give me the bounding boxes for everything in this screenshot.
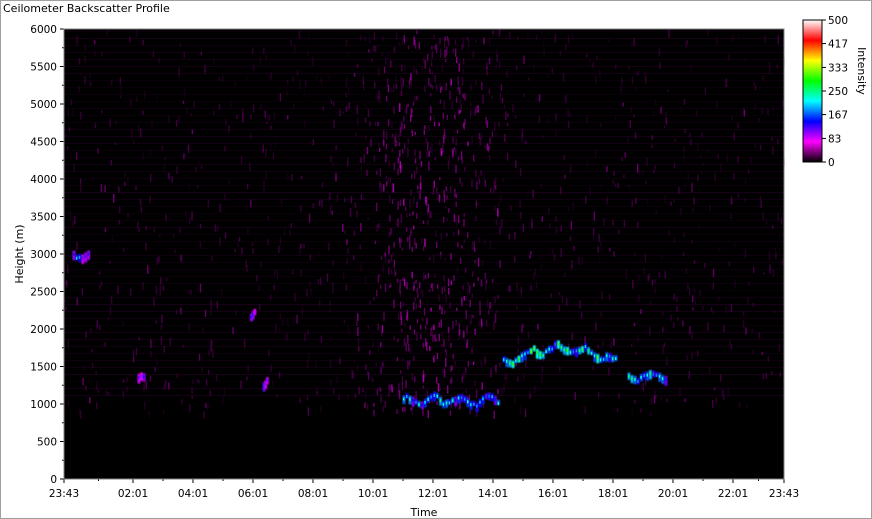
x-tick-label: 12:01	[418, 488, 448, 500]
colorbar-tick-label: 333	[828, 62, 848, 74]
x-tick-label: 23:43	[49, 488, 79, 500]
colorbar-tick-label: 167	[828, 110, 848, 122]
x-tick-label: 14:01	[478, 488, 508, 500]
x-axis-title: Time	[410, 506, 438, 519]
x-tick-label: 18:01	[598, 488, 628, 500]
colorbar-ramp	[802, 19, 823, 163]
plot-area	[64, 29, 784, 479]
colorbar-title: Intensity	[855, 47, 868, 95]
colorbar-tick-label: 250	[828, 86, 848, 98]
x-tick-label: 08:01	[298, 488, 328, 500]
y-tick-label: 500	[37, 437, 57, 449]
x-tick-label: 04:01	[178, 488, 208, 500]
backscatter-chart: 23:43 02:01 04:01 06:01 08:01 10:01 12:01 14:01…	[13, 15, 868, 519]
y-tick-label: 5000	[30, 99, 57, 111]
intensity-colorbar[interactable]: 0 83 167 250 333 417 500	[802, 15, 848, 169]
colorbar-tick-label: 500	[828, 15, 848, 27]
y-tick-label: 3000	[30, 249, 57, 261]
x-tick-label: 02:01	[118, 488, 148, 500]
x-axis: 23:43 02:01 04:01 06:01 08:01 10:01 12:01 14:01…	[49, 479, 799, 500]
y-tick-label: 0	[50, 474, 57, 486]
y-axis-title: Height (m)	[13, 224, 26, 283]
y-axis: 0 500 1000 1500 2000 2500 3000 3500 4000 4500 5000…	[30, 24, 64, 486]
x-tick-label: 20:01	[658, 488, 688, 500]
y-tick-label: 4500	[30, 137, 57, 149]
y-tick-label: 4000	[30, 174, 57, 186]
y-tick-label: 2500	[30, 287, 57, 299]
colorbar-tick-label: 83	[828, 133, 841, 145]
x-tick-label: 16:01	[538, 488, 568, 500]
y-tick-label: 2000	[30, 324, 57, 336]
x-tick-label: 23:43	[769, 488, 799, 500]
y-tick-label: 1000	[30, 399, 57, 411]
x-tick-label: 06:01	[238, 488, 268, 500]
x-tick-label: 22:01	[718, 488, 748, 500]
y-tick-label: 6000	[30, 24, 57, 36]
x-tick-label: 10:01	[358, 488, 388, 500]
colorbar-tick-label: 417	[828, 39, 848, 51]
y-tick-label: 5500	[30, 62, 57, 74]
colorbar-tick-label: 0	[828, 157, 835, 169]
y-tick-label: 1500	[30, 362, 57, 374]
y-tick-label: 3500	[30, 212, 57, 224]
